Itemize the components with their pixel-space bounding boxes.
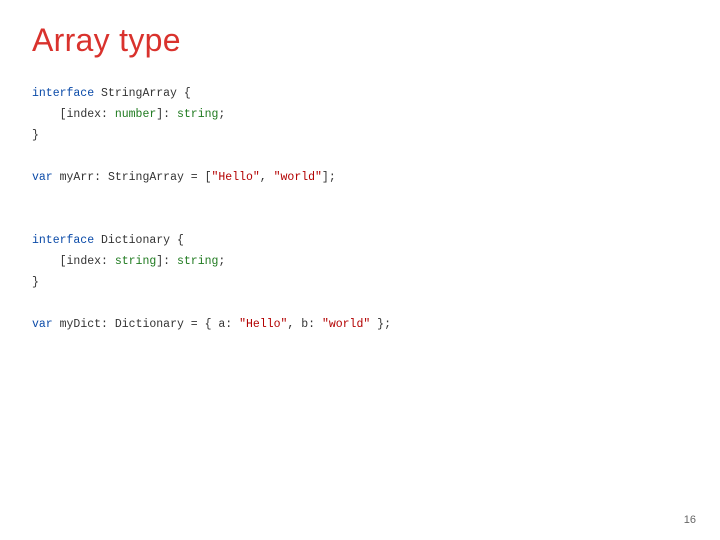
page-number: 16: [684, 514, 696, 526]
punct: };: [370, 318, 391, 331]
string-literal: "world": [322, 318, 370, 331]
string-literal: "Hello": [211, 171, 259, 184]
punct: }: [32, 129, 39, 142]
identifier: myArr: [60, 171, 95, 184]
keyword-interface: interface: [32, 234, 94, 247]
keyword-var: var: [32, 171, 53, 184]
type-string: string: [177, 255, 218, 268]
punct: {: [177, 87, 191, 100]
string-literal: "world": [274, 171, 322, 184]
identifier: myDict: [60, 318, 101, 331]
punct: ;: [218, 108, 225, 121]
punct: ,: [260, 171, 274, 184]
type-string: string: [115, 255, 156, 268]
punct: = [: [184, 171, 212, 184]
keyword-var: var: [32, 318, 53, 331]
keyword-interface: interface: [32, 87, 94, 100]
punct: }: [32, 276, 39, 289]
punct: :: [101, 108, 115, 121]
type-number: number: [115, 108, 156, 121]
punct: ];: [322, 171, 336, 184]
string-literal: "Hello": [239, 318, 287, 331]
type-name: StringArray: [101, 87, 177, 100]
punct: :: [225, 318, 239, 331]
punct: ,: [287, 318, 301, 331]
punct: :: [101, 318, 115, 331]
punct: = {: [184, 318, 219, 331]
identifier: index: [67, 255, 102, 268]
punct: [: [32, 108, 67, 121]
punct: ]:: [156, 255, 177, 268]
slide-title: Array type: [32, 22, 688, 59]
type-name: Dictionary: [101, 234, 170, 247]
type-string: string: [177, 108, 218, 121]
punct: :: [94, 171, 108, 184]
punct: [: [32, 255, 67, 268]
punct: :: [101, 255, 115, 268]
punct: ;: [218, 255, 225, 268]
punct: ]:: [156, 108, 177, 121]
type-name: Dictionary: [115, 318, 184, 331]
punct: {: [170, 234, 184, 247]
type-name: StringArray: [108, 171, 184, 184]
punct: :: [308, 318, 322, 331]
identifier: index: [67, 108, 102, 121]
code-block: interface StringArray { [index: number]:…: [32, 83, 688, 335]
